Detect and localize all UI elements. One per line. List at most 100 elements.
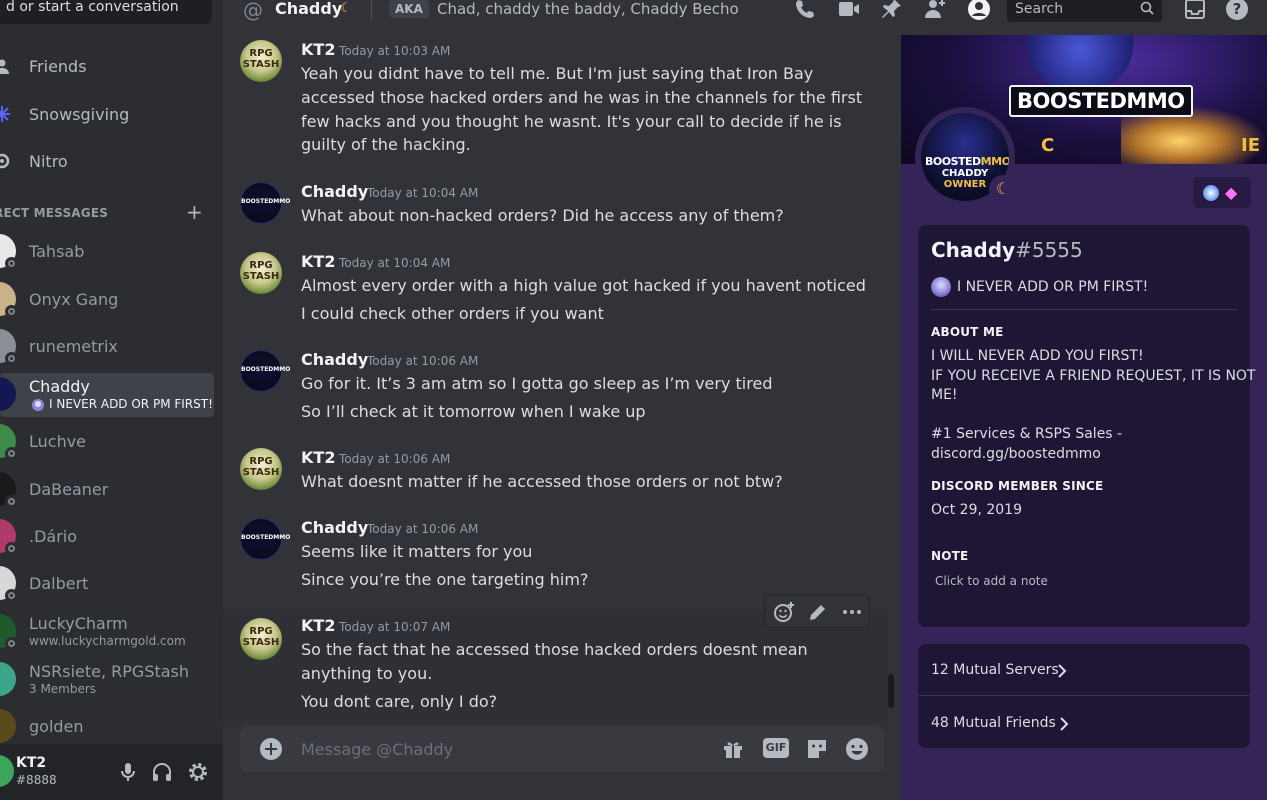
settings-gear-icon[interactable] xyxy=(186,760,210,784)
message-author[interactable]: KT2 xyxy=(301,40,335,59)
message-text: What about non-hacked orders? Did he acc… xyxy=(301,206,784,225)
user-panel: KT2 #8888 xyxy=(0,744,223,800)
dm-item-dalbert[interactable]: Dalbert xyxy=(0,562,214,606)
add-reaction-icon[interactable] xyxy=(773,601,795,623)
snowflake-icon xyxy=(0,106,10,122)
nav-nitro[interactable]: Nitro xyxy=(0,140,223,182)
avatar[interactable]: BOOSTEDMMO xyxy=(240,518,291,560)
gif-button[interactable]: GIF xyxy=(763,738,789,758)
mutual-panel: 12 Mutual Servers 48 Mutual Friends xyxy=(918,644,1250,748)
divider xyxy=(931,309,1237,310)
avatar[interactable]: BOOSTEDMMO xyxy=(240,350,290,392)
avatar-label: RPG STASH xyxy=(242,260,280,282)
upload-plus-icon[interactable] xyxy=(260,738,282,760)
dm-item-runemetrix[interactable]: runemetrix xyxy=(0,325,214,369)
message-author[interactable]: KT2 xyxy=(301,252,335,271)
avatar[interactable] xyxy=(0,755,14,787)
gif-label: GIF xyxy=(765,741,787,754)
edit-pencil-icon[interactable] xyxy=(807,601,829,623)
search-placeholder: Search xyxy=(1015,1,1064,17)
dm-item-tahsab[interactable]: Tahsab xyxy=(0,230,214,274)
microphone-icon[interactable] xyxy=(116,760,140,784)
avatar-label: BOOSTEDMMO xyxy=(241,534,291,541)
about-link[interactable]: discord.gg/boostedmmo xyxy=(931,445,1255,465)
dm-name: Dalbert xyxy=(29,574,89,593)
add-friends-to-dm-icon[interactable] xyxy=(923,0,947,21)
message-scrollbar[interactable] xyxy=(888,674,894,708)
note-input[interactable]: Click to add a note xyxy=(935,574,1048,588)
find-conversation-button[interactable]: d or start a conversation xyxy=(0,0,212,24)
pinned-messages-icon[interactable] xyxy=(879,0,903,21)
idle-status-icon: ☾ xyxy=(989,175,1017,203)
sticker-icon[interactable] xyxy=(805,737,829,761)
mutual-servers-row[interactable]: 12 Mutual Servers xyxy=(931,662,1067,678)
dm-item-group-nsrsiete[interactable]: NSRsiete, RPGStash 3 Members xyxy=(0,658,214,702)
profile-username[interactable]: Chaddy#5555 xyxy=(931,238,1083,262)
status-offline-icon xyxy=(5,257,18,270)
message-input[interactable]: Message @Chaddy xyxy=(301,740,453,759)
message-timestamp: Today at 10:03 AM xyxy=(339,44,451,58)
message-text: Since you’re the one targeting him? xyxy=(301,570,589,589)
message-text: accessed those hacked orders and he was … xyxy=(301,88,863,107)
current-user-tag: #8888 xyxy=(16,773,57,787)
member-since-heading: DISCORD MEMBER SINCE xyxy=(931,479,1104,493)
message-actions-toolbar xyxy=(764,594,870,628)
message-text: I could check other orders if you want xyxy=(301,304,604,323)
about-me-heading: ABOUT ME xyxy=(931,325,1004,339)
avatar[interactable]: RPG STASH xyxy=(240,252,282,294)
message-author[interactable]: KT2 xyxy=(301,448,335,467)
chevron-right-icon xyxy=(1060,717,1069,731)
member-count: 3 Members xyxy=(29,682,97,696)
avatar xyxy=(0,424,18,460)
avatar xyxy=(0,234,18,270)
boost-gem-badge-icon[interactable]: ◆ xyxy=(1225,183,1237,202)
dm-item-chaddy[interactable]: Chaddy I NEVER ADD OR PM FIRST! xyxy=(0,373,214,417)
message-author[interactable]: Chaddy xyxy=(301,350,368,369)
nav-snowsgiving[interactable]: Snowsgiving xyxy=(0,93,223,135)
dm-item-golden[interactable]: golden xyxy=(0,705,214,749)
aliases-text: Chad, chaddy the baddy, Chaddy Becho xyxy=(437,0,739,18)
message-text: What doesnt matter if he accessed those … xyxy=(301,472,783,491)
emoji-icon[interactable] xyxy=(845,737,869,761)
dm-item-luckycharm[interactable]: LuckyCharm www.luckycharmgold.com xyxy=(0,610,214,654)
nav-label: Snowsgiving xyxy=(29,104,130,124)
help-icon[interactable]: ? xyxy=(1225,0,1249,21)
message-text: Go for it. It’s 3 am atm so I gotta go s… xyxy=(301,374,773,393)
headphones-icon[interactable] xyxy=(150,760,174,784)
profile-info-card: Chaddy#5555 I NEVER ADD OR PM FIRST! ABO… xyxy=(918,225,1255,627)
message-timestamp: Today at 10:06 AM xyxy=(339,452,451,466)
nitro-badge-icon[interactable] xyxy=(1203,185,1219,201)
avatar xyxy=(0,282,18,318)
voice-call-icon[interactable] xyxy=(793,0,817,21)
more-options-icon[interactable] xyxy=(841,601,863,623)
profile-avatar[interactable]: BOOSTEDMMO CHADDY OWNER ☾ xyxy=(915,107,1017,207)
avatar[interactable]: BOOSTEDMMO xyxy=(240,182,290,224)
avatar[interactable]: RPG STASH xyxy=(240,448,282,490)
message-author[interactable]: Chaddy xyxy=(301,518,368,537)
avatar[interactable]: RPG STASH xyxy=(240,618,282,660)
avatar[interactable]: RPG STASH xyxy=(240,40,282,82)
nav-friends[interactable]: Friends xyxy=(0,45,223,87)
dm-status-text: I NEVER ADD OR PM FIRST! xyxy=(49,397,213,411)
search-input[interactable]: Search xyxy=(1007,0,1162,22)
banner-text-left: C xyxy=(1041,135,1055,156)
user-profile-toggle-icon[interactable] xyxy=(967,0,991,21)
dm-item-dabeaner[interactable]: DaBeaner xyxy=(0,468,214,512)
dm-item-luchve[interactable]: Luchve xyxy=(0,420,214,464)
video-call-icon[interactable] xyxy=(837,0,861,21)
avatar-label: RPG STASH xyxy=(242,456,280,478)
header-divider xyxy=(371,0,372,20)
create-dm-plus-icon[interactable]: + xyxy=(186,202,203,222)
dm-item-dario[interactable]: .Dário xyxy=(0,515,214,559)
at-icon: @ xyxy=(243,0,263,22)
message-author[interactable]: Chaddy xyxy=(301,182,368,201)
message-author[interactable]: KT2 xyxy=(301,616,335,635)
note-heading: NOTE xyxy=(931,549,969,563)
mutual-friends-row[interactable]: 48 Mutual Friends xyxy=(931,715,1069,731)
message-text: anything to you. xyxy=(301,664,433,683)
inbox-icon[interactable] xyxy=(1183,0,1207,21)
banner-logo: BOOSTEDMMO xyxy=(1009,85,1193,117)
dm-item-onyx-gang[interactable]: Onyx Gang xyxy=(0,278,214,322)
status-offline-icon xyxy=(5,589,18,602)
gift-icon[interactable] xyxy=(721,737,745,761)
